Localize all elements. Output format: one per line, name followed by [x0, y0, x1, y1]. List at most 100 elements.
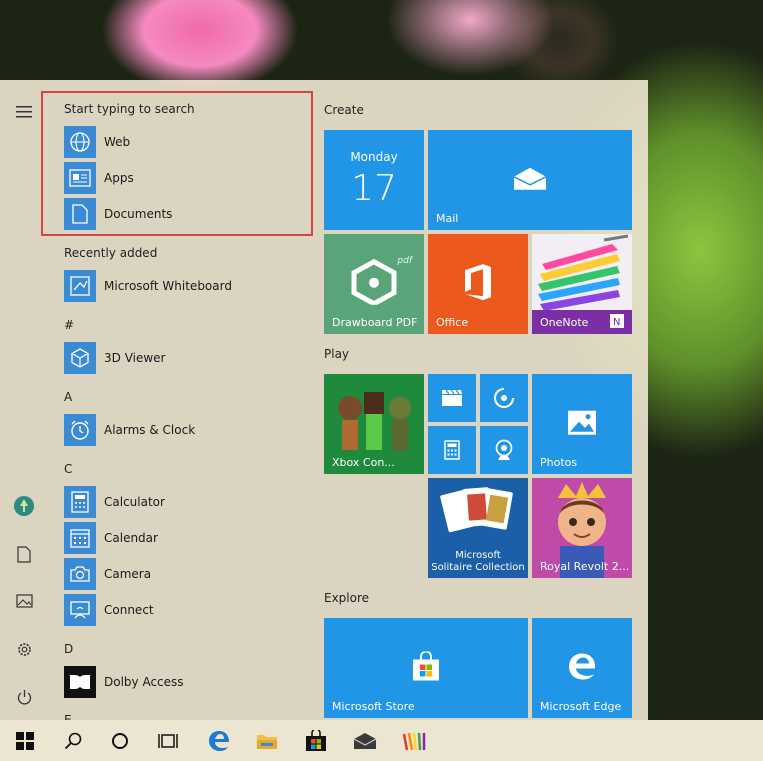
drawboard-hexagon-icon — [351, 258, 397, 305]
start-button[interactable] — [12, 728, 38, 754]
solitaire-collection-tile[interactable]: Microsoft Solitaire Collection — [428, 478, 528, 578]
documents-button[interactable] — [12, 542, 36, 566]
app-label: Microsoft Whiteboard — [104, 279, 232, 293]
app-item-3d-viewer[interactable]: 3D Viewer — [64, 342, 165, 374]
office-tile-label: Office — [436, 316, 469, 329]
calculator-icon — [444, 440, 460, 460]
section-letter-e[interactable]: E — [64, 710, 72, 720]
whiteboard-icon — [64, 270, 96, 302]
search-documents-label: Documents — [104, 207, 173, 221]
calculator-tile[interactable] — [428, 426, 476, 474]
search-documents-option[interactable]: Documents — [64, 198, 172, 230]
taskbar-mail-button[interactable] — [352, 728, 378, 754]
power-button[interactable] — [12, 685, 36, 709]
search-icon — [64, 732, 82, 750]
movies-tv-tile[interactable] — [428, 374, 476, 422]
task-view-icon — [158, 734, 178, 748]
office-icon — [465, 264, 491, 301]
calendar-date: 17 — [351, 168, 397, 209]
section-letter-d[interactable]: D — [64, 642, 73, 656]
playing-cards-icon — [440, 487, 513, 533]
taskbar — [0, 720, 763, 761]
edge-tile-label: Microsoft Edge — [540, 700, 622, 713]
clapperboard-icon — [442, 389, 462, 406]
document-icon — [64, 198, 96, 230]
app-label: 3D Viewer — [104, 351, 166, 365]
calendar-tile[interactable]: Monday 17 — [324, 130, 424, 230]
settings-button[interactable] — [12, 637, 36, 661]
solitaire-label-line1: Microsoft — [455, 550, 501, 561]
groove-music-tile[interactable] — [480, 374, 528, 422]
hamburger-menu-button[interactable] — [12, 100, 36, 124]
calculator-icon — [64, 486, 96, 518]
app-window-icon — [64, 162, 96, 194]
royal-revolt-tile-label: Royal Revolt 2... — [540, 560, 630, 573]
drawboard-pdf-tile[interactable]: pdf Drawboard PDF — [324, 234, 424, 334]
app-label: Dolby Access — [104, 675, 184, 689]
app-item-alarms-clock[interactable]: Alarms & Clock — [64, 414, 195, 446]
microsoft-edge-tile[interactable]: Microsoft Edge — [532, 618, 632, 718]
drawboard-tile-label: Drawboard PDF — [332, 316, 418, 329]
mail-icon — [353, 733, 377, 749]
groove-music-icon — [494, 387, 515, 408]
app-item-calendar[interactable]: Calendar — [64, 522, 158, 554]
search-apps-option[interactable]: Apps — [64, 162, 134, 194]
photos-tile[interactable]: Photos — [532, 374, 632, 474]
avatar — [14, 496, 34, 516]
task-view-button[interactable] — [155, 728, 181, 754]
edge-icon — [209, 731, 229, 751]
cube-icon — [64, 342, 96, 374]
taskbar-file-explorer-button[interactable] — [254, 728, 280, 754]
app-item-dolby-access[interactable]: Dolby Access — [64, 666, 184, 698]
taskbar-edge-button[interactable] — [206, 728, 232, 754]
royal-revolt-tile[interactable]: Royal Revolt 2... — [532, 478, 632, 578]
app-label: Alarms & Clock — [104, 423, 196, 437]
mail-tile[interactable]: Mail — [428, 130, 632, 230]
pictures-button[interactable] — [12, 589, 36, 613]
onenote-tile-label: OneNote — [540, 316, 589, 329]
microsoft-store-tile[interactable]: Microsoft Store — [324, 618, 528, 718]
app-label: Calculator — [104, 495, 165, 509]
taskbar-store-button[interactable] — [303, 728, 329, 754]
picture-icon — [15, 594, 33, 608]
onenote-icon: N — [610, 314, 624, 328]
pinned-app-icon — [402, 732, 426, 751]
search-web-label: Web — [104, 135, 131, 149]
search-apps-label: Apps — [104, 171, 134, 185]
calendar-icon — [64, 522, 96, 554]
globe-icon — [64, 126, 96, 158]
app-item-calculator[interactable]: Calculator — [64, 486, 165, 518]
clock-icon — [64, 414, 96, 446]
recently-added-heading: Recently added — [64, 246, 158, 260]
app-item-microsoft-whiteboard[interactable]: Microsoft Whiteboard — [64, 270, 232, 302]
cortana-button[interactable] — [107, 728, 133, 754]
windows-logo-icon — [16, 732, 34, 750]
xbox-console-companion-tile[interactable]: Xbox Con... — [324, 374, 424, 474]
app-label: Camera — [104, 567, 152, 581]
solitaire-label-line2: Solitaire Collection — [431, 562, 525, 573]
office-tile[interactable]: Office — [428, 234, 528, 334]
document-icon — [17, 545, 31, 563]
taskbar-pinned-app-button[interactable] — [401, 728, 427, 754]
search-button[interactable] — [60, 728, 86, 754]
section-letter-c[interactable]: C — [64, 462, 72, 476]
mail-tile-label: Mail — [436, 212, 459, 225]
group-title-explore[interactable]: Explore — [324, 591, 369, 605]
onenote-tile[interactable]: N OneNote — [532, 234, 632, 334]
power-icon — [17, 689, 31, 704]
section-letter-hash[interactable]: # — [64, 318, 74, 332]
group-title-play[interactable]: Play — [324, 347, 349, 361]
group-title-create[interactable]: Create — [324, 103, 364, 117]
user-avatar-button[interactable] — [12, 494, 36, 518]
app-item-camera[interactable]: Camera — [64, 558, 151, 590]
hamburger-icon — [16, 106, 32, 118]
photos-icon — [568, 410, 596, 435]
store-tile-label: Microsoft Store — [332, 700, 415, 713]
dolby-icon — [64, 666, 96, 698]
webcam-icon — [495, 439, 513, 460]
app-item-connect[interactable]: Connect — [64, 594, 154, 626]
section-letter-a[interactable]: A — [64, 390, 72, 404]
search-web-option[interactable]: Web — [64, 126, 130, 158]
mail-icon — [513, 167, 547, 190]
webcam-tile[interactable] — [480, 426, 528, 474]
